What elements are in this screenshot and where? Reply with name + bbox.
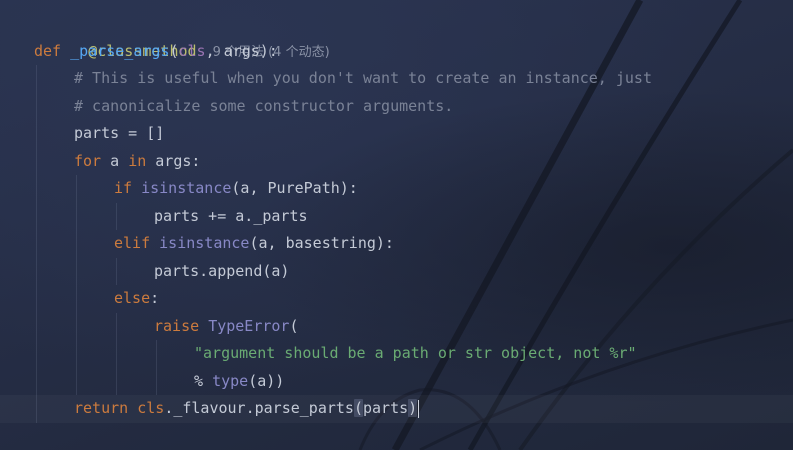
keyword-token: def — [34, 41, 62, 60]
keyword-token: else — [114, 289, 151, 307]
code-line-12: raise TypeError( — [34, 312, 793, 341]
colon-token: : — [150, 289, 160, 307]
indent-guide — [74, 257, 114, 286]
indent-guide — [74, 312, 114, 341]
builtin-token: isinstance — [159, 234, 250, 252]
code-line-1: @classmethod 9 个用法 (4 个动态) — [34, 10, 793, 60]
text-caret — [418, 399, 420, 418]
comment-token: # canonicalize some constructor argument… — [74, 96, 454, 115]
indent-guide — [34, 312, 74, 341]
code-line-10: parts.append(a) — [34, 257, 793, 286]
code-line-6: for a in args: — [34, 147, 793, 176]
code-line-13: "argument should be a path or str object… — [34, 340, 793, 368]
arguments-token: (a, PurePath): — [231, 179, 358, 197]
code-line-8: parts += a._parts — [34, 202, 793, 231]
indent-guide — [34, 395, 74, 423]
code-line-7: if isinstance(a, PurePath): — [34, 175, 793, 203]
code-line-2: def _parse_args(cls, args): — [34, 38, 793, 66]
paren-colon-token: ): — [259, 41, 278, 60]
matched-paren-close: ) — [408, 399, 418, 417]
identifier-token: a — [101, 151, 129, 170]
indent-guide — [74, 340, 114, 368]
code-line-3: # This is useful when you don't want to … — [34, 65, 793, 93]
code-area[interactable]: @classmethod 9 个用法 (4 个动态) def _parse_arg… — [34, 10, 793, 423]
indent-guide — [34, 175, 74, 203]
code-line-9: elif isinstance(a, basestring): — [34, 230, 793, 258]
code-line-14: % type(a)) — [34, 367, 793, 396]
code-editor[interactable]: @classmethod 9 个用法 (4 个动态) def _parse_arg… — [0, 0, 793, 450]
indent-guide — [74, 285, 114, 313]
indent-guide — [34, 147, 74, 176]
statement-token: parts = [] — [74, 124, 165, 142]
argument-token: parts — [363, 399, 409, 417]
indent-guide — [34, 367, 74, 396]
indent-guide — [74, 230, 114, 258]
indent-guide — [34, 257, 74, 286]
indent-guide — [34, 120, 74, 148]
builtin-token: isinstance — [141, 179, 232, 197]
keyword-token: if — [114, 179, 133, 197]
builtin-token: type — [212, 371, 249, 390]
keyword-token: in — [128, 151, 147, 170]
indent-guide — [34, 230, 74, 258]
indent-guide — [74, 175, 114, 203]
indent-guide — [34, 65, 74, 93]
indent-guide — [34, 285, 74, 313]
code-line-5: parts = [] — [34, 120, 793, 148]
indent-guide — [154, 340, 194, 368]
identifier-token: args: — [146, 151, 201, 170]
arguments-token: (a)) — [248, 371, 285, 390]
function-name-token: _parse_args — [70, 41, 170, 60]
comment-token: # This is useful when you don't want to … — [74, 69, 652, 87]
attribute-call-token: ._flavour.parse_parts — [164, 399, 354, 417]
code-line-15-current: return cls._flavour.parse_parts(parts) — [0, 395, 793, 423]
indent-guide — [154, 367, 194, 396]
matched-paren-open: ( — [353, 399, 363, 417]
code-line-4: # canonicalize some constructor argument… — [34, 92, 793, 121]
indent-guide — [114, 312, 154, 341]
keyword-token: return — [74, 399, 129, 417]
indent-guide — [74, 367, 114, 396]
paren-token: ( — [289, 316, 299, 335]
arguments-token: (a, basestring): — [249, 234, 394, 252]
args-param-token: args — [223, 41, 260, 60]
statement-token: parts += a._parts — [154, 206, 308, 225]
keyword-token: for — [74, 151, 102, 170]
indent-guide — [114, 202, 154, 231]
indent-guide — [74, 202, 114, 231]
code-line-11: else: — [34, 285, 793, 313]
indent-guide — [34, 340, 74, 368]
comma-token: , — [205, 41, 224, 60]
keyword-token: raise — [154, 316, 200, 335]
indent-guide — [114, 367, 154, 396]
string-token: "argument should be a path or str object… — [194, 344, 637, 362]
operator-token: % — [194, 371, 213, 390]
keyword-token: elif — [114, 234, 151, 252]
statement-token: parts.append(a) — [154, 261, 290, 280]
indent-guide — [114, 340, 154, 368]
cls-param-token: cls — [178, 41, 206, 60]
indent-guide — [114, 257, 154, 286]
paren-token: ( — [169, 41, 179, 60]
indent-guide — [34, 202, 74, 231]
cls-token: cls — [137, 399, 165, 417]
builtin-token: TypeError — [208, 316, 290, 335]
indent-guide — [34, 92, 74, 121]
